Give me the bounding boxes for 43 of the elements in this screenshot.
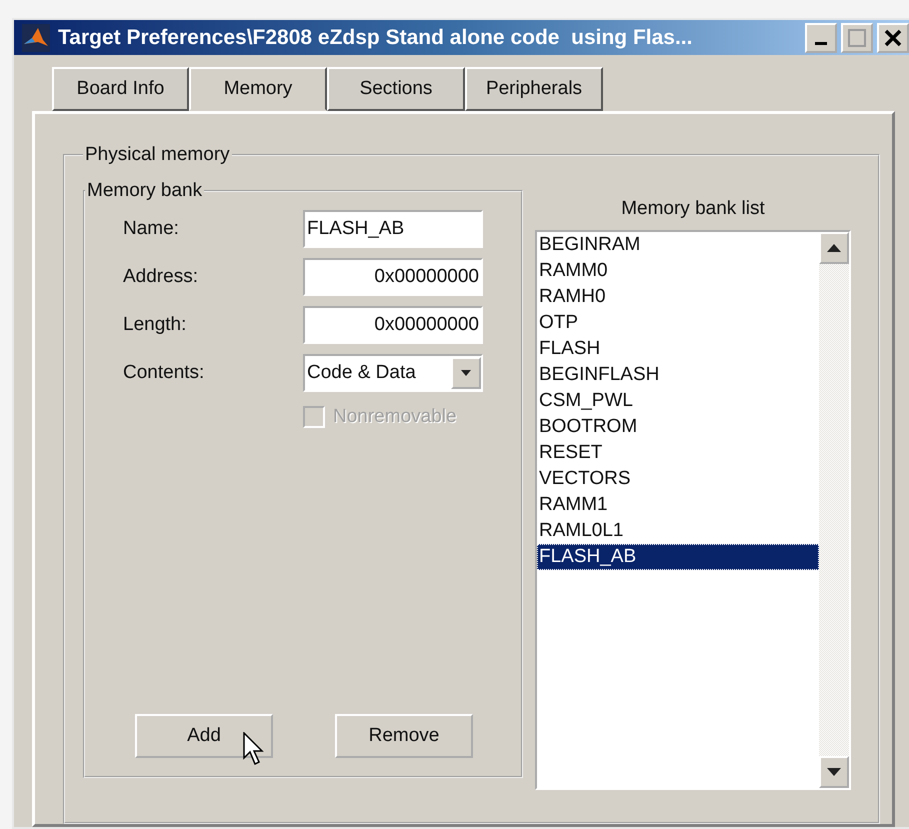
list-item[interactable]: RAMH0 bbox=[537, 284, 819, 310]
list-item[interactable]: BOOTROM bbox=[537, 414, 819, 440]
list-item[interactable]: RESET bbox=[537, 440, 819, 466]
list-item[interactable]: RAMM1 bbox=[537, 492, 819, 518]
list-item[interactable]: RAMM0 bbox=[537, 258, 819, 284]
contents-dropdown[interactable]: Code & Data bbox=[303, 354, 483, 392]
peak-icon bbox=[22, 24, 50, 52]
group-title: Physical memory bbox=[84, 144, 231, 166]
action-button[interactable]: Add bbox=[135, 714, 273, 758]
group-title: Memory bank bbox=[86, 180, 204, 202]
field-label: Name: bbox=[123, 218, 180, 240]
close-button[interactable] bbox=[877, 22, 909, 52]
tab[interactable]: Peripherals bbox=[465, 67, 603, 111]
minimize-button[interactable] bbox=[805, 22, 837, 52]
field-label: Address: bbox=[123, 266, 199, 288]
window-title: Target Preferences\F2808 eZdsp Stand alone code using Flas... bbox=[58, 26, 694, 50]
list-item[interactable]: BEGINFLASH bbox=[537, 362, 819, 388]
up-arrow-icon bbox=[827, 244, 841, 252]
tab[interactable]: Sections bbox=[327, 67, 465, 111]
maximize-icon bbox=[848, 28, 866, 46]
action-button[interactable]: Remove bbox=[335, 714, 473, 758]
cursor-icon bbox=[243, 732, 265, 766]
list-item[interactable]: CSM_PWL bbox=[537, 388, 819, 414]
tab[interactable]: Board Info bbox=[52, 67, 189, 111]
list-item[interactable]: BEGINRAM bbox=[537, 232, 819, 258]
close-icon bbox=[884, 28, 902, 46]
down-arrow-icon bbox=[827, 768, 841, 776]
list-item[interactable]: OTP bbox=[537, 310, 819, 336]
tab[interactable]: Memory bbox=[189, 67, 327, 111]
field-label: Length: bbox=[123, 314, 188, 336]
scroll-down-button[interactable] bbox=[819, 756, 849, 788]
list-item[interactable]: FLASH_AB bbox=[537, 544, 819, 570]
caret-icon bbox=[461, 370, 471, 376]
list-item[interactable]: VECTORS bbox=[537, 466, 819, 492]
scroll-up-button[interactable] bbox=[819, 232, 849, 264]
name-field[interactable]: FLASH_AB bbox=[303, 210, 483, 248]
list-item[interactable]: RAML0L1 bbox=[537, 518, 819, 544]
list-item[interactable]: FLASH bbox=[537, 336, 819, 362]
hex-field[interactable]: 0x00000000 bbox=[303, 258, 483, 296]
minimize-icon bbox=[815, 42, 827, 45]
field-label: Contents: bbox=[123, 362, 206, 384]
list-title: Memory bank list bbox=[621, 198, 765, 220]
hex-field[interactable]: 0x00000000 bbox=[303, 306, 483, 344]
